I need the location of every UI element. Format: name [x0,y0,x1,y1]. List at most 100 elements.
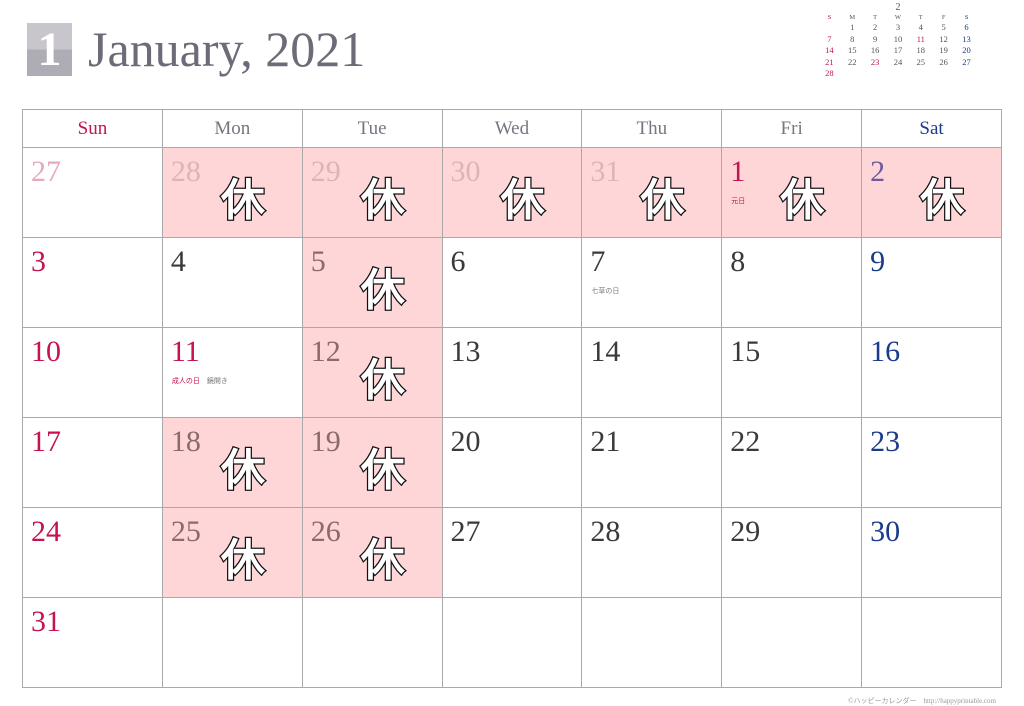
day-cell[interactable]: 6 [441,237,583,328]
mini-day: 21 [825,56,834,67]
day-number: 8 [730,245,746,278]
day-cell[interactable]: 1 元日 休 [721,147,863,238]
day-cell[interactable]: 10 [22,327,163,418]
closed-day-mark: 休 [220,174,267,228]
mini-weekday-label: T [918,14,923,21]
weekday-header-tue: Tue [301,109,443,148]
day-number: 29 [310,155,341,188]
holiday-name: 元日 [731,197,746,205]
mini-calendar-month: 2 [895,2,901,13]
day-cell[interactable]: 19 休 [301,417,443,508]
day-cell[interactable] [721,597,863,688]
day-cell[interactable]: 31 [22,597,163,688]
mini-day: 13 [962,33,971,44]
weekday-header-fri: Fri [721,109,863,148]
day-cell[interactable]: 16 [861,327,1002,418]
closed-day-mark: 休 [220,444,267,498]
holiday-name: 七草の日 [591,287,620,295]
day-cell[interactable]: 29 休 [301,147,443,238]
mini-day: 9 [872,33,878,44]
day-number: 16 [870,335,901,368]
mini-day [864,68,887,80]
day-number: 1 [730,155,746,188]
day-cell[interactable]: 8 [721,237,863,328]
day-cell[interactable] [301,597,443,688]
week-row: 24 25 休 26 休 27 28 29 30 [22,507,1002,598]
closed-day-mark: 休 [359,354,406,408]
day-number: 12 [310,335,341,368]
weekday-header-sun: Sun [22,109,163,148]
mini-day: 19 [939,45,948,55]
day-cell[interactable] [581,597,723,688]
weekday-header-wed: Wed [441,109,583,148]
day-cell[interactable]: 20 [441,417,583,508]
day-cell[interactable]: 9 [861,237,1002,328]
day-number: 28 [170,155,201,188]
mini-day: 27 [962,56,971,67]
day-note: 七草の日 [591,286,619,296]
mini-week-row: 1 2 3 4 5 6 [818,22,978,34]
day-cell[interactable]: 29 [721,507,863,598]
mini-day: 26 [939,56,948,67]
mini-week-row: 14 15 16 17 18 19 20 [818,45,978,57]
day-cell[interactable]: 26 休 [301,507,443,598]
closed-day-mark: 休 [359,264,406,318]
day-number: 30 [450,155,481,188]
mini-day: 22 [848,56,857,67]
mini-day: 25 [916,56,926,67]
day-cell[interactable]: 5休 [301,237,443,328]
day-cell[interactable] [441,597,583,688]
day-cell[interactable]: 11 成人の日 鏡開き [161,327,303,418]
day-cell[interactable]: 30 休 [441,147,583,238]
mini-day [932,68,955,80]
day-cell[interactable]: 27 [22,147,163,238]
day-number: 20 [450,425,481,458]
day-cell[interactable]: 24 [22,507,163,598]
mini-day: 1 [850,22,855,32]
day-cell[interactable]: 13 [441,327,583,418]
mini-day: 12 [939,33,948,44]
mini-weekday-label: S [964,14,969,21]
weekday-header-thu: Thu [581,109,723,148]
closed-day-mark: 休 [919,174,966,228]
day-cell[interactable]: 14 [581,327,723,418]
day-cell[interactable]: 30 [861,507,1002,598]
day-cell[interactable]: 12 休 [301,327,443,418]
event-name: 鏡開き [206,377,228,385]
day-cell[interactable]: 21 [581,417,723,508]
day-number: 3 [31,245,46,278]
day-cell[interactable]: 4 [161,237,303,328]
mini-weekday-label: F [941,14,946,21]
mini-day [955,68,978,80]
day-cell[interactable]: 3 [22,237,163,328]
day-cell[interactable]: 23 [861,417,1002,508]
day-cell[interactable]: 28 [581,507,723,598]
day-cell[interactable]: 22 [721,417,863,508]
day-cell[interactable] [861,597,1002,688]
day-number: 29 [730,515,761,548]
day-cell[interactable]: 17 [22,417,163,508]
day-cell[interactable]: 2休 [861,147,1002,238]
mini-week-row: 7 8 9 10 11 12 13 [818,34,978,46]
day-cell[interactable]: 25 休 [161,507,303,598]
week-row: 27 28 休 29 休 30 休 31 休 1 元日休 2 休 [22,147,1002,238]
day-number: 25 [170,515,201,548]
mini-day: 5 [941,22,946,32]
week-row: 3 4 5 休 6 7 七草の日 8 9 [22,237,1002,328]
day-number: 9 [870,245,886,278]
month-calendar-grid: Sun Mon Tue Wed Thu Fri Sat 27 28 休 29 休 30 休 31 休 1 元日休… [22,109,1002,688]
day-note: 元日 [731,196,745,206]
day-cell[interactable]: 7 七草の日 [581,237,723,328]
closed-day-mark: 休 [359,444,406,498]
day-cell[interactable] [161,597,303,688]
day-cell[interactable]: 18 休 [161,417,303,508]
day-number: 31 [31,605,61,638]
day-cell[interactable]: 31 休 [581,147,723,238]
mini-day: 8 [850,33,855,44]
mini-week-row: 28 [818,68,978,80]
day-cell[interactable]: 15 [721,327,863,418]
day-cell[interactable]: 27 [441,507,583,598]
day-note: 成人の日 鏡開き [172,376,228,386]
day-cell[interactable]: 28 休 [161,147,303,238]
page-title: January, 2021 [88,21,366,77]
